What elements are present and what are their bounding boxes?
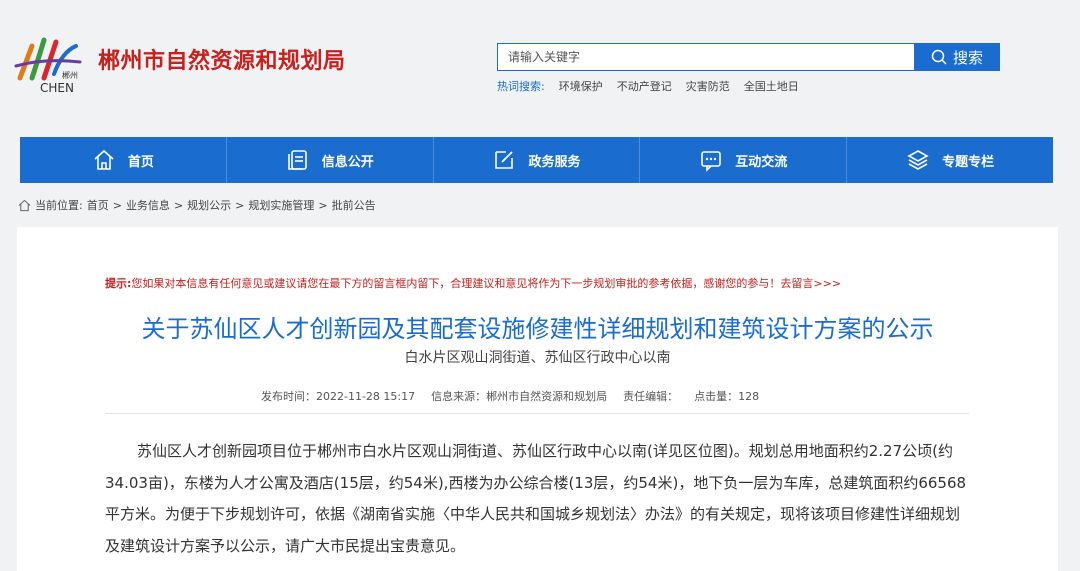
- edit-icon: [495, 151, 514, 169]
- breadcrumb-prefix: 当前位置:: [35, 199, 83, 212]
- tip-notice[interactable]: 提示:您如果对本信息有任何意见或建议请您在最下方的留言框内留下，合理建议和意见将…: [105, 275, 841, 291]
- nav-item-label: 信息公开: [321, 154, 374, 170]
- tip-text: 您如果对本信息有任何意见或建议请您在最下方的留言框内留下，合理建议和意见将作为下…: [131, 277, 842, 290]
- tip-label: 提示:: [105, 277, 132, 290]
- nav-item-services[interactable]: 政务服务: [434, 137, 641, 183]
- publish-time: 发布时间：2022-11-28 15:17: [261, 390, 416, 403]
- article-body: 苏仙区人才创新园项目位于郴州市白水片区观山洞街道、苏仙区行政中心以南(详见区位图…: [105, 442, 967, 555]
- home-icon: [18, 199, 31, 211]
- nav-item-label: 互动交流: [735, 154, 788, 170]
- site-logo[interactable]: 郴州 CHEN: [14, 32, 94, 95]
- nav-item-interaction[interactable]: 互动交流: [640, 137, 848, 183]
- search-button-label: 搜索: [952, 48, 983, 67]
- hot-search-label: 热词搜索:: [497, 80, 545, 93]
- site-header: 郴州 CHEN 郴州市自然资源和规划局 搜索 热词搜索: 环境保护 不动产登记 …: [0, 0, 1080, 137]
- main-nav: 首页 信息公开 政务服务 互动交流 专题专栏: [20, 137, 1053, 183]
- click-count: 点击量：128: [694, 390, 760, 403]
- svg-text:郴州: 郴州: [62, 71, 78, 80]
- search-box: [497, 43, 915, 71]
- nav-item-label: 专题专栏: [942, 154, 995, 170]
- breadcrumb-link[interactable]: 批前公告: [332, 197, 376, 213]
- hot-search-item[interactable]: 环境保护: [559, 78, 603, 94]
- info-source: 信息来源：郴州市自然资源和规划局: [431, 390, 608, 403]
- home-icon: [94, 149, 114, 170]
- nav-item-label: 首页: [127, 154, 154, 170]
- nav-item-home[interactable]: 首页: [20, 137, 227, 183]
- breadcrumb: 当前位置: 首页 > 业务信息 > 规划公示 > 规划实施管理 > 批前公告: [18, 197, 376, 213]
- layers-icon: [907, 150, 929, 170]
- article-meta: 发布时间：2022-11-28 15:17 信息来源：郴州市自然资源和规划局 责…: [261, 388, 759, 404]
- hot-search: 热词搜索: 环境保护 不动产登记 灾害防范 全国土地日: [497, 78, 799, 94]
- nav-item-label: 政务服务: [528, 154, 581, 170]
- chat-icon: [701, 151, 722, 172]
- editor: 责任编辑：: [623, 390, 679, 403]
- site-title: 郴州市自然资源和规划局: [98, 49, 346, 74]
- divider: [105, 413, 969, 414]
- breadcrumb-link[interactable]: 规划实施管理: [248, 197, 314, 213]
- article-title: 关于苏仙区人才创新园及其配套设施修建性详细规划和建筑设计方案的公示: [141, 315, 934, 343]
- breadcrumb-link[interactable]: 首页: [87, 197, 109, 213]
- hot-search-item[interactable]: 不动产登记: [617, 78, 672, 94]
- article-subtitle: 白水片区观山洞街道、苏仙区行政中心以南: [404, 350, 671, 366]
- search-button[interactable]: 搜索: [914, 43, 1000, 71]
- breadcrumb-separator: >: [112, 198, 122, 212]
- hot-search-item[interactable]: 灾害防范: [686, 78, 730, 94]
- breadcrumb-link[interactable]: 业务信息: [126, 197, 170, 213]
- nav-item-topics[interactable]: 专题专栏: [847, 137, 1053, 183]
- hot-search-item[interactable]: 全国土地日: [744, 78, 799, 94]
- breadcrumb-separator: >: [173, 198, 184, 212]
- nav-item-info[interactable]: 信息公开: [227, 137, 434, 183]
- breadcrumb-separator: >: [235, 198, 245, 212]
- search-input[interactable]: [498, 44, 908, 70]
- document-icon: [287, 150, 307, 170]
- breadcrumb-separator: >: [318, 198, 328, 212]
- svg-text:CHEN: CHEN: [40, 81, 74, 94]
- article-panel: 提示:您如果对本信息有任何意见或建议请您在最下方的留言框内留下，合理建议和意见将…: [17, 227, 1058, 571]
- search-icon: [931, 49, 947, 65]
- breadcrumb-link[interactable]: 规划公示: [187, 197, 231, 213]
